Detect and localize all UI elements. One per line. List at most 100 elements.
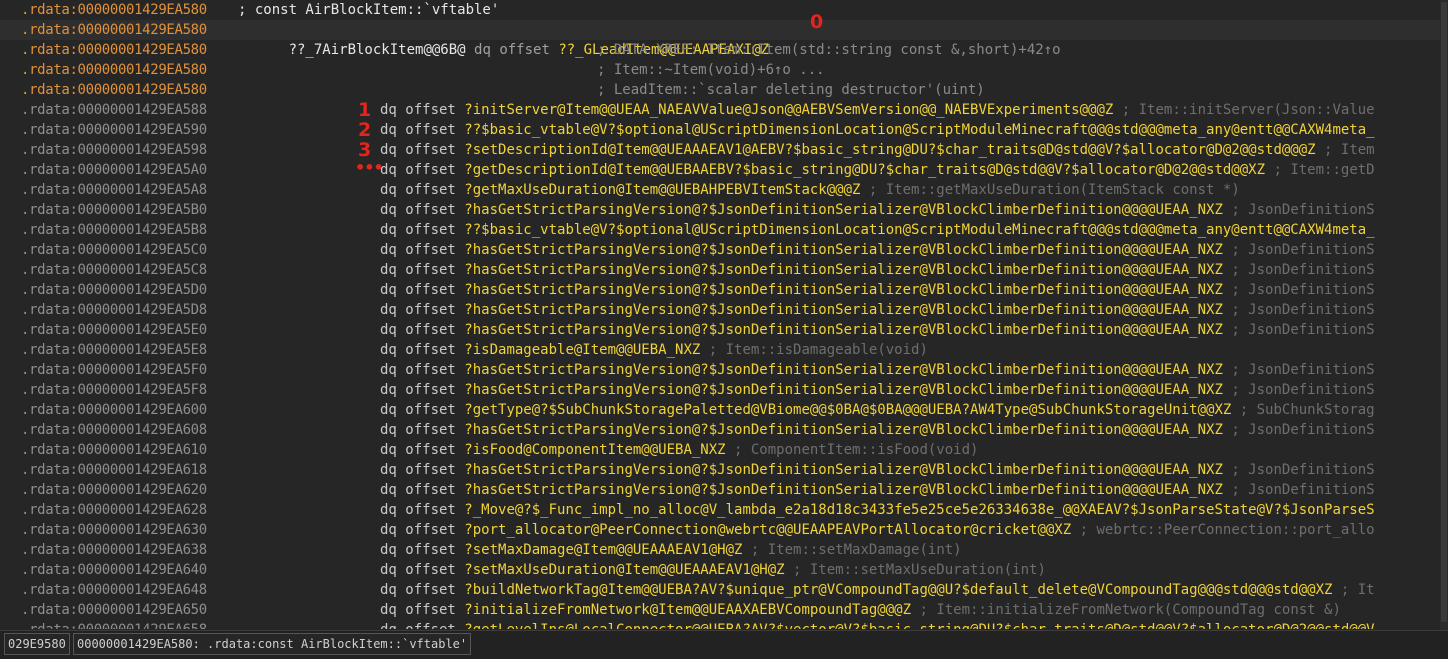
- symbol-link[interactable]: ?getType@?$SubChunkStoragePaletted@VBiom…: [464, 402, 1231, 418]
- xref-comment[interactable]: ; LeadItem::`scalar deleting destructor'…: [597, 80, 985, 100]
- symbol-link[interactable]: ?initServer@Item@@UEAA_NAEAVValue@Json@@…: [464, 102, 1113, 118]
- listing-row[interactable]: .rdata:00000001429EA5F8 dq offset ?hasGet…: [0, 380, 1440, 400]
- symbol-link[interactable]: ?hasGetStrictParsingVersion@?$JsonDefini…: [464, 282, 1223, 298]
- symbol-link[interactable]: ?isFood@ComponentItem@@UEBA_NXZ: [464, 442, 725, 458]
- address: .rdata:00000001429EA5F0: [21, 362, 207, 378]
- address: .rdata:00000001429EA590: [21, 122, 207, 138]
- listing-row[interactable]: .rdata:00000001429EA638 dq offset ?setMax…: [0, 540, 1440, 560]
- symbol-link[interactable]: ?setMaxUseDuration@Item@@UEAAAEAV1@H@Z: [464, 562, 784, 578]
- listing-row[interactable]: .rdata:00000001429EA648 dq offset ?buildN…: [0, 580, 1440, 600]
- listing-row[interactable]: .rdata:00000001429EA5D0 dq offset ?hasGet…: [0, 280, 1440, 300]
- auto-comment: ; JsonDefinitionS: [1222, 462, 1375, 478]
- operand-keyword: dq offset: [380, 102, 456, 118]
- listing-row[interactable]: .rdata:00000001429EA590 2 dq offset ??$bas…: [0, 120, 1440, 140]
- instruction: dq offset ?_Move@?$_Func_impl_no_alloc@V…: [380, 500, 1375, 520]
- symbol-link[interactable]: ?hasGetStrictParsingVersion@?$JsonDefini…: [464, 242, 1223, 258]
- address: .rdata:00000001429EA588: [21, 102, 207, 118]
- symbol-link[interactable]: ?getDescriptionId@Item@@UEBAAEBV?$basic_…: [464, 162, 1265, 178]
- instruction: dq offset ?hasGetStrictParsingVersion@?$…: [380, 300, 1375, 320]
- symbol-link[interactable]: ?hasGetStrictParsingVersion@?$JsonDefini…: [464, 302, 1223, 318]
- symbol-link[interactable]: ?_Move@?$_Func_impl_no_alloc@V_lambda_e2…: [464, 502, 1374, 518]
- listing-row[interactable]: .rdata:00000001429EA588 1 dq offset ?initS…: [0, 100, 1440, 120]
- symbol-link[interactable]: ?setMaxDamage@Item@@UEAAAEAV1@H@Z: [464, 542, 742, 558]
- vertical-scrollbar[interactable]: [1440, 0, 1448, 630]
- symbol-link[interactable]: ?hasGetStrictParsingVersion@?$JsonDefini…: [464, 322, 1223, 338]
- symbol-link[interactable]: ?isDamageable@Item@@UEBA_NXZ: [464, 342, 700, 358]
- listing-row[interactable]: .rdata:00000001429EA5C8 dq offset ?hasGet…: [0, 260, 1440, 280]
- instruction: dq offset ?hasGetStrictParsingVersion@?$…: [380, 480, 1375, 500]
- auto-comment: ; Item::setMaxDamage(int): [742, 542, 962, 558]
- listing-row[interactable]: .rdata:00000001429EA650 dq offset ?initia…: [0, 600, 1440, 620]
- vftable-comment: ; const AirBlockItem::`vftable': [238, 2, 500, 18]
- operand-keyword: dq offset: [380, 342, 456, 358]
- listing-row[interactable]: .rdata:00000001429EA598 3 dq offset ?setDe…: [0, 140, 1440, 160]
- listing-row[interactable]: .rdata:00000001429EA5A0 ••• dq offset ?get…: [0, 160, 1440, 180]
- xref-comment[interactable]: ; Item::~Item(void)+6↑o ...: [597, 60, 825, 80]
- listing-row[interactable]: .rdata:00000001429EA608 dq offset ?hasGet…: [0, 420, 1440, 440]
- listing-row[interactable]: .rdata:00000001429EA5C0 dq offset ?hasGet…: [0, 240, 1440, 260]
- operand-keyword: dq offset: [380, 542, 456, 558]
- operand-keyword: dq offset: [380, 382, 456, 398]
- address: .rdata:00000001429EA5C8: [21, 262, 207, 278]
- operand-keyword: dq offset: [380, 302, 456, 318]
- symbol-link[interactable]: ?hasGetStrictParsingVersion@?$JsonDefini…: [464, 482, 1223, 498]
- symbol-link[interactable]: ?hasGetStrictParsingVersion@?$JsonDefini…: [464, 462, 1223, 478]
- address: .rdata:00000001429EA5B0: [21, 202, 207, 218]
- auto-comment: ; Item::initServer(Json::Value: [1113, 102, 1375, 118]
- address: .rdata:00000001429EA610: [21, 442, 207, 458]
- symbol-link[interactable]: ??$basic_vtable@V?$optional@UScriptDimen…: [464, 122, 1374, 138]
- listing-row[interactable]: .rdata:00000001429EA618 dq offset ?hasGet…: [0, 460, 1440, 480]
- auto-comment: ; SubChunkStorag: [1231, 402, 1375, 418]
- address: .rdata:00000001429EA5C0: [21, 242, 207, 258]
- operand-keyword: dq offset: [380, 182, 456, 198]
- symbol-link[interactable]: ?port_allocator@PeerConnection@webrtc@@U…: [464, 522, 1071, 538]
- listing-row[interactable]: .rdata:00000001429EA600 dq offset ?getTyp…: [0, 400, 1440, 420]
- symbol-link[interactable]: ?hasGetStrictParsingVersion@?$JsonDefini…: [464, 382, 1223, 398]
- annotation-marker-three: 3: [358, 139, 372, 161]
- disassembly-listing[interactable]: .rdata:00000001429EA580 ; const AirBlock…: [0, 0, 1440, 630]
- symbol-link[interactable]: ?initializeFromNetwork@Item@@UEAAXAEBVCo…: [464, 602, 911, 618]
- symbol-link[interactable]: ?hasGetStrictParsingVersion@?$JsonDefini…: [464, 422, 1223, 438]
- listing-row[interactable]: .rdata:00000001429EA580 ; const AirBlock…: [0, 0, 1440, 20]
- address: .rdata:00000001429EA640: [21, 562, 207, 578]
- address: .rdata:00000001429EA618: [21, 462, 207, 478]
- address: .rdata:00000001429EA5E0: [21, 322, 207, 338]
- operand-keyword: dq offset: [380, 502, 456, 518]
- symbol-link[interactable]: ?getLevelIns@LocalConnector@@UEBA?AV?$ve…: [464, 622, 1374, 629]
- instruction: dq offset ?getLevelIns@LocalConnector@@U…: [380, 620, 1375, 629]
- listing-row[interactable]: .rdata:00000001429EA580 ; LeadItem::`sca…: [0, 80, 1440, 100]
- listing-row[interactable]: .rdata:00000001429EA5A8 dq offset ?getMax…: [0, 180, 1440, 200]
- auto-comment: ; JsonDefinitionS: [1222, 262, 1375, 278]
- address: .rdata:00000001429EA580: [21, 2, 207, 18]
- listing-row[interactable]: .rdata:00000001429EA620 dq offset ?hasGet…: [0, 480, 1440, 500]
- vtable-entries: .rdata:00000001429EA588 1 dq offset ?initS…: [0, 100, 1440, 629]
- listing-row[interactable]: .rdata:00000001429EA5E0 dq offset ?hasGet…: [0, 320, 1440, 340]
- listing-row[interactable]: .rdata:00000001429EA5F0 dq offset ?hasGet…: [0, 360, 1440, 380]
- symbol-link[interactable]: ?getMaxUseDuration@Item@@UEBAHPEBVItemSt…: [464, 182, 860, 198]
- listing-row[interactable]: .rdata:00000001429EA658 dq offset ?getLev…: [0, 620, 1440, 629]
- symbol-link[interactable]: ?buildNetworkTag@Item@@UEBA?AV?$unique_p…: [464, 582, 1332, 598]
- listing-row[interactable]: .rdata:00000001429EA580 ; DATA XREF: Ite…: [0, 40, 1440, 60]
- symbol-link[interactable]: ?hasGetStrictParsingVersion@?$JsonDefini…: [464, 362, 1223, 378]
- listing-row[interactable]: .rdata:00000001429EA5B8 dq offset ??$basi…: [0, 220, 1440, 240]
- listing-row[interactable]: .rdata:00000001429EA610 dq offset ?isFood…: [0, 440, 1440, 460]
- listing-row[interactable]: .rdata:00000001429EA630 dq offset ?port_a…: [0, 520, 1440, 540]
- scrollbar-thumb[interactable]: [1441, 2, 1447, 622]
- xref-comment[interactable]: ; DATA XREF: Item::Item(std::string cons…: [597, 40, 1061, 60]
- address: .rdata:00000001429EA598: [21, 142, 207, 158]
- listing-row[interactable]: .rdata:00000001429EA628 dq offset ?_Move@…: [0, 500, 1440, 520]
- listing-row[interactable]: .rdata:00000001429EA580 ; Item::~Item(vo…: [0, 60, 1440, 80]
- operand-keyword: dq offset: [380, 442, 456, 458]
- symbol-link[interactable]: ?setDescriptionId@Item@@UEAAAEAV1@AEBV?$…: [464, 142, 1315, 158]
- symbol-link[interactable]: ?hasGetStrictParsingVersion@?$JsonDefini…: [464, 202, 1223, 218]
- instruction: dq offset ?port_allocator@PeerConnection…: [380, 520, 1375, 540]
- listing-row-current[interactable]: .rdata:00000001429EA580 ??_7AirBlockItem…: [0, 12, 1440, 58]
- listing-row[interactable]: .rdata:00000001429EA5E8 dq offset ?isDama…: [0, 340, 1440, 360]
- annotation-marker-dots: •••: [355, 158, 384, 177]
- symbol-link[interactable]: ?hasGetStrictParsingVersion@?$JsonDefini…: [464, 262, 1223, 278]
- listing-row[interactable]: .rdata:00000001429EA640 dq offset ?setMax…: [0, 560, 1440, 580]
- listing-row[interactable]: .rdata:00000001429EA5D8 dq offset ?hasGet…: [0, 300, 1440, 320]
- symbol-link[interactable]: ??$basic_vtable@V?$optional@UScriptDimen…: [464, 222, 1374, 238]
- listing-row[interactable]: .rdata:00000001429EA5B0 dq offset ?hasGet…: [0, 200, 1440, 220]
- instruction: dq offset ?isFood@ComponentItem@@UEBA_NX…: [380, 440, 978, 460]
